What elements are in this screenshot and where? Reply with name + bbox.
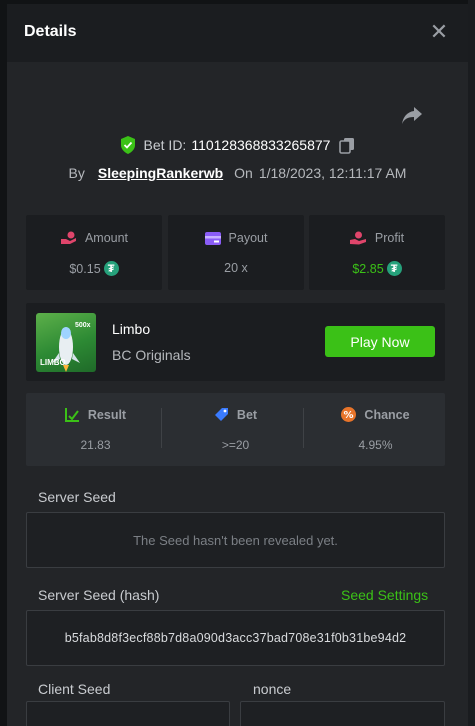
payout-label: Payout [228,231,268,245]
client-seed-label: Client Seed [38,681,111,697]
result-value: 21.83 [80,438,111,452]
result-summary: Result 21.83 Bet >=20 % Chance 4.95% [26,393,445,466]
seed-settings-link[interactable]: Seed Settings [341,587,428,603]
modal-header: Details ✕ [7,4,468,62]
game-name: Limbo [112,321,151,337]
game-card: 500x LIMBO Limbo BC Originals Play Now [26,303,445,381]
profit-stat: Profit $2.85 ₮ [309,215,445,290]
by-label: By [68,165,85,181]
nonce-label: nonce [253,681,292,697]
shield-check-icon [120,136,135,154]
on-label: On [234,165,253,181]
result-col: Result 21.83 [26,393,165,466]
payout-value: 20 x [224,261,248,275]
percent-icon: % [341,407,357,422]
chance-label: Chance [364,407,410,422]
thumb-multiplier: 500x [75,322,91,329]
limbo-thumbnail[interactable]: 500x LIMBO [36,313,96,372]
tether-icon: ₮ [386,261,402,276]
server-seed-label: Server Seed [38,489,116,505]
bet-id-label: Bet ID: [143,137,187,153]
client-seed-field[interactable] [26,701,230,726]
backdrop-edge [468,0,475,726]
bet-label: Bet [236,407,258,422]
amount-value: $0.15 [69,261,101,276]
tag-icon [214,408,228,421]
user-link[interactable]: SleepingRankerwb [98,165,223,181]
nonce-field[interactable] [240,701,445,726]
svg-text:%: % [344,410,354,421]
server-seed-hash-label: Server Seed (hash) [38,587,160,603]
share-icon[interactable] [400,104,424,126]
result-label: Result [87,407,127,422]
profit-label: Profit [374,231,405,245]
tether-icon: ₮ [103,261,119,276]
play-now-button[interactable]: Play Now [325,326,435,357]
coin-hand-icon [60,231,76,244]
modal-title: Details [24,23,77,40]
thumb-title: LIMBO [40,358,66,367]
bet-details-modal: Details ✕ Bet ID: 110128368833265877 By … [7,4,468,726]
amount-stat: Amount $0.15 ₮ [26,215,162,290]
bet-value: >=20 [221,438,250,452]
bet-col: Bet >=20 [166,393,305,466]
divider [161,408,162,448]
chart-check-icon [64,408,79,422]
bet-date: 1/18/2023, 12:11:17 AM [258,165,407,181]
copy-icon[interactable] [339,137,355,154]
close-icon[interactable]: ✕ [427,20,451,44]
amount-label: Amount [84,231,129,245]
payout-stat: Payout 20 x [168,215,304,290]
server-seed-field: The Seed hasn't been revealed yet. [26,512,445,568]
server-seed-hash-field[interactable]: b5fab8d8f3ecf88b7d8a090d3acc37bad708e31f… [26,610,445,666]
bet-author-row: By SleepingRankerwb On 1/18/2023, 12:11:… [7,162,468,184]
chance-value: 4.95% [358,438,393,452]
bet-id-value: 110128368833265877 [191,137,331,153]
bet-id-row: Bet ID: 110128368833265877 [7,134,468,156]
divider [303,408,304,448]
hand-money-icon [349,231,366,245]
profit-value: $2.85 [352,261,384,276]
game-provider: BC Originals [112,347,191,363]
chance-col: % Chance 4.95% [306,393,445,466]
wallet-icon [204,231,221,245]
